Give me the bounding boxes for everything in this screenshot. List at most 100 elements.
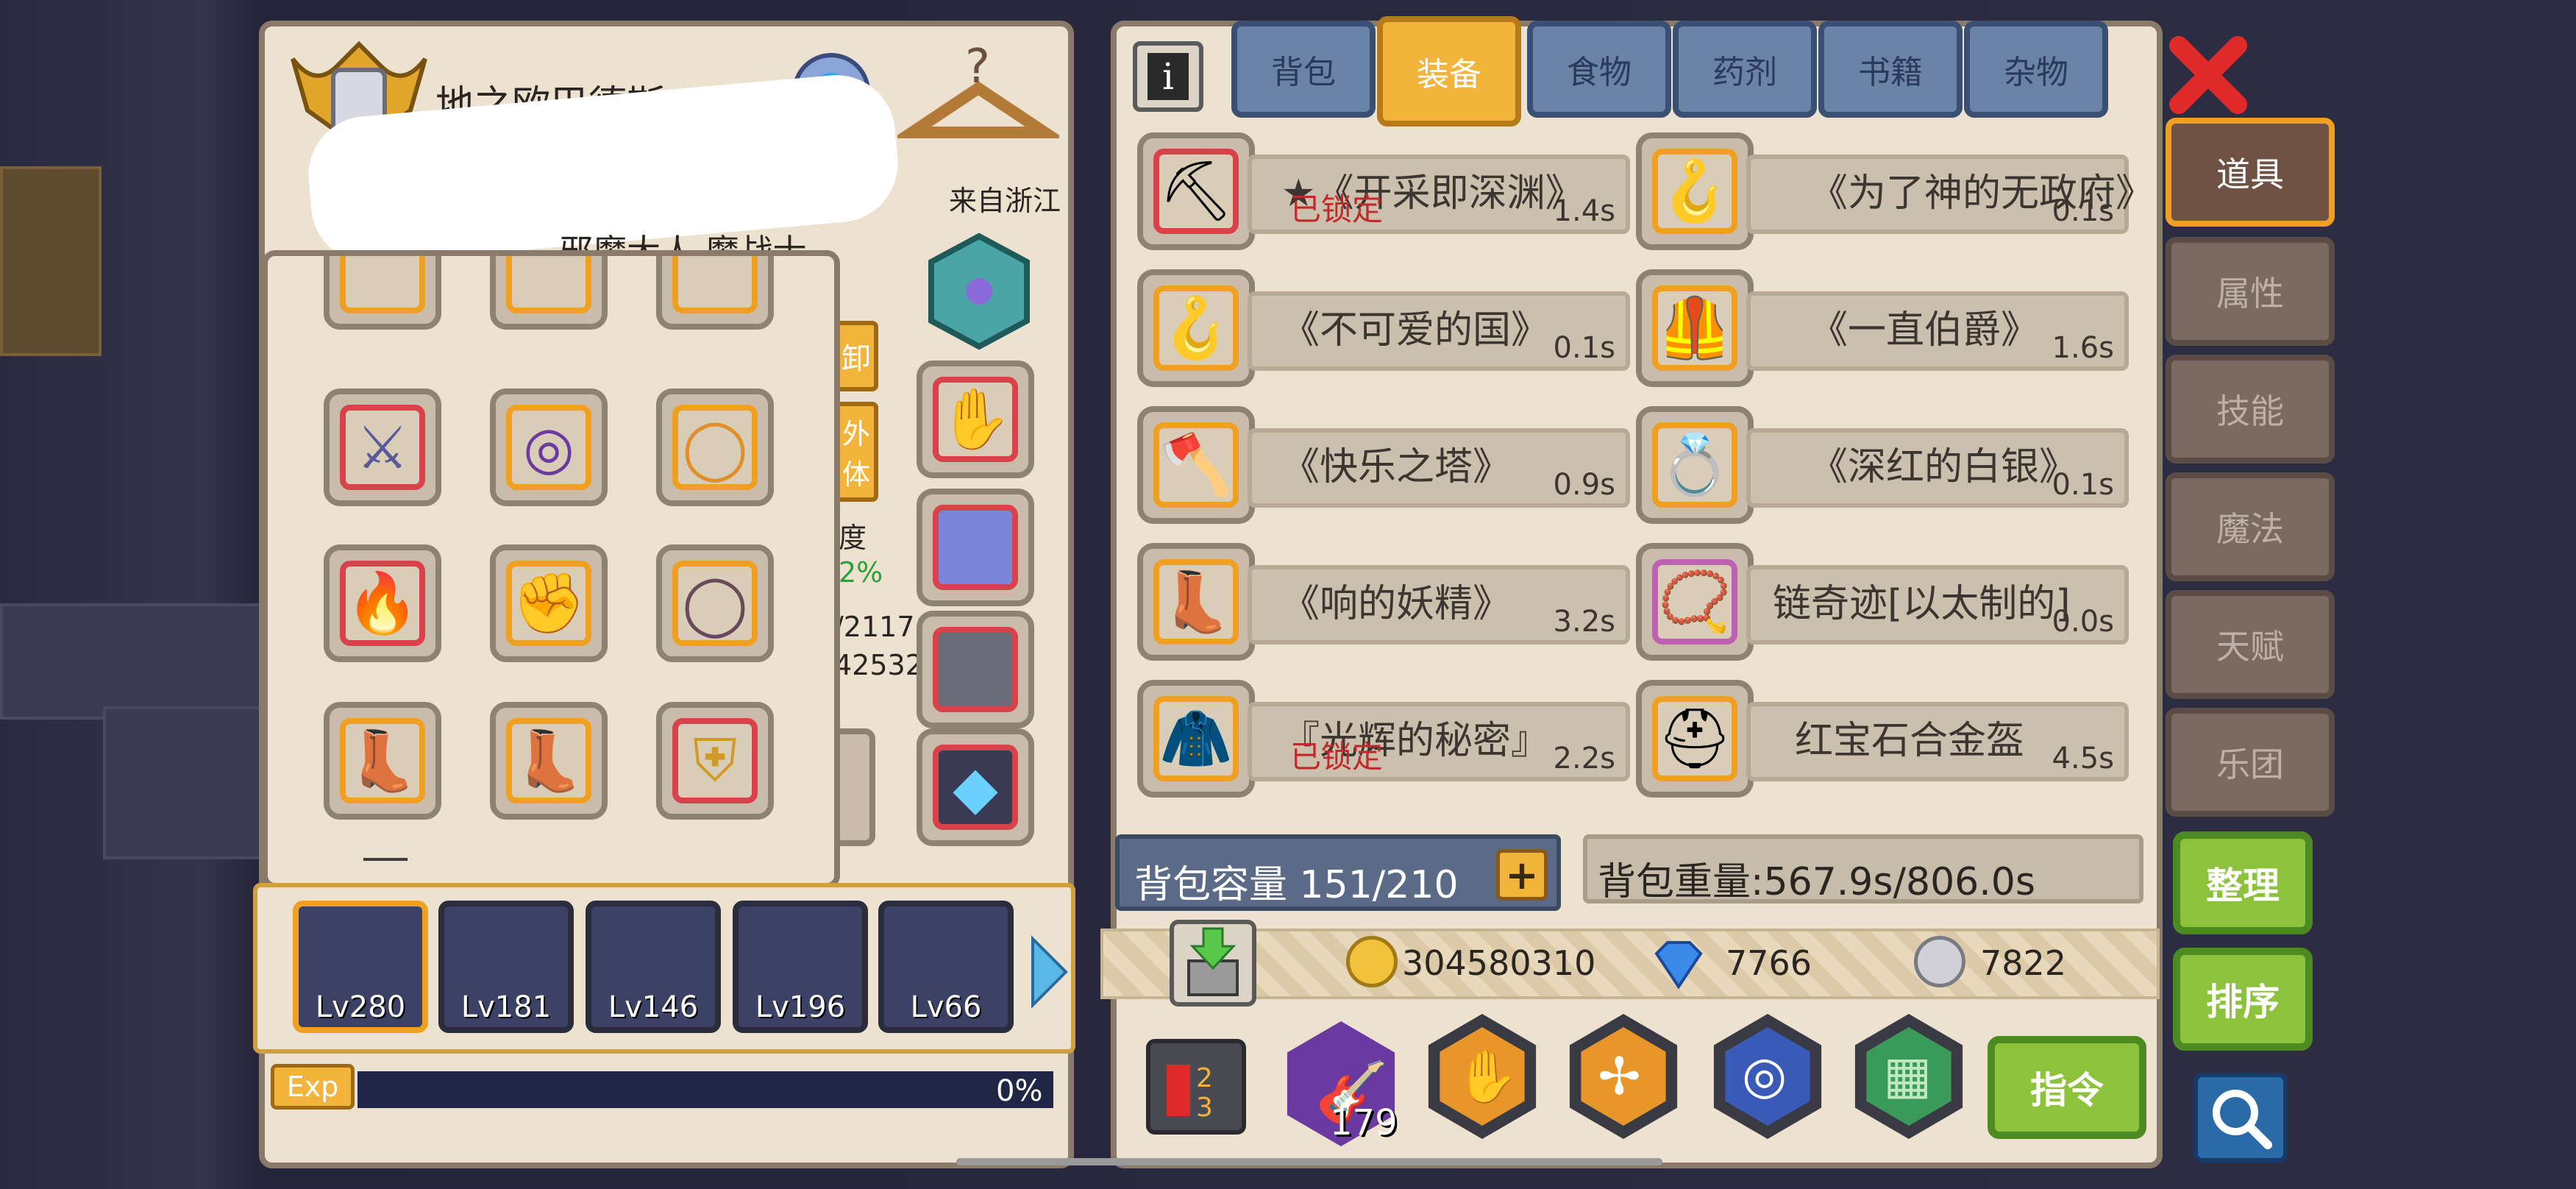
skill-slot-2[interactable]: ✋ xyxy=(1420,1014,1545,1139)
item-slot: 🪓 xyxy=(1137,406,1255,524)
item-time: 2.2s xyxy=(1553,742,1615,775)
sort-button[interactable]: 排序 xyxy=(2173,948,2313,1051)
item-row[interactable]: 👢 《响的妖精》 3.2s xyxy=(1137,543,1630,661)
skill-slot-4[interactable]: ◎ xyxy=(1705,1014,1830,1139)
lock-status: 已锁定 xyxy=(1290,191,1384,227)
party-member-4[interactable]: Lv196 xyxy=(733,901,868,1033)
item-bar: 《不可爱的国》 0.1s xyxy=(1248,291,1630,371)
command-button[interactable]: 指令 xyxy=(1988,1036,2146,1139)
item-row[interactable]: ⛑ 红宝石合金盔 4.5s xyxy=(1636,680,2129,798)
necklace-icon: 📿 xyxy=(1658,567,1732,636)
equip-slot-gauntlet[interactable]: ✋ xyxy=(917,361,1034,478)
party-next-arrow-icon[interactable] xyxy=(1025,931,1070,1012)
armor-icon: ⛨ xyxy=(693,726,737,795)
ring-icon: ◯ xyxy=(682,413,748,482)
item-time: 0.1s xyxy=(1553,331,1615,365)
skill-slot-5[interactable]: ▦ xyxy=(1846,1014,1971,1139)
item-name: 《深红的白银》 xyxy=(1810,445,2078,489)
search-icon xyxy=(2213,1090,2272,1149)
tidy-button[interactable]: 整理 xyxy=(2173,831,2313,934)
silver-coin-icon xyxy=(1914,936,1965,987)
item-row[interactable]: 💍 《深红的白银》 0.1s xyxy=(1636,406,2129,524)
close-button[interactable] xyxy=(2164,31,2252,119)
grid-slot-armor-gold[interactable]: ⛨ xyxy=(656,702,774,820)
tab-bag[interactable]: 背包 xyxy=(1231,21,1376,118)
axe-icon: 🪓 xyxy=(1159,430,1233,499)
grid-slot-boots-white[interactable]: 👢 xyxy=(490,702,608,820)
grid-slot-boots-brown[interactable]: 👢 xyxy=(324,702,441,820)
party-member-level: Lv66 xyxy=(910,990,982,1024)
party-member-5[interactable]: Lv66 xyxy=(878,901,1014,1033)
grid-slot-3[interactable] xyxy=(656,256,774,330)
collar-icon: ◯ xyxy=(682,569,748,638)
grid-slot-halberd[interactable]: ⚔ xyxy=(324,388,441,506)
party-member-3[interactable]: Lv146 xyxy=(586,901,721,1033)
party-member-2[interactable]: Lv181 xyxy=(438,901,574,1033)
item-name: 《快乐之塔》 xyxy=(1281,445,1512,489)
item-row[interactable]: 🪝 《为了神的无政府》 0.1s xyxy=(1636,132,2142,250)
skill-slot-3[interactable]: ✢ xyxy=(1561,1014,1686,1139)
item-slot: 📿 xyxy=(1636,543,1754,661)
item-row[interactable]: 🪓 《快乐之塔》 0.9s xyxy=(1137,406,1630,524)
crest-icon xyxy=(924,233,1034,350)
side-tab-talent[interactable]: 天赋 xyxy=(2166,590,2335,699)
deposit-button[interactable] xyxy=(1170,920,1256,1007)
item-row[interactable]: 🪝 《不可爱的国》 0.1s xyxy=(1137,269,1630,387)
side-tab-items[interactable]: 道具 xyxy=(2166,118,2335,227)
item-row[interactable]: ⛏ ★《开采即深渊》 已锁定 1.4s xyxy=(1137,132,1630,250)
party-member-1[interactable]: Lv280 xyxy=(293,901,428,1033)
info-icon: i xyxy=(1148,53,1189,100)
grid-slot-1[interactable] xyxy=(324,256,441,330)
expand-bag-button[interactable]: + xyxy=(1496,849,1548,901)
halberd-icon: ⚔ xyxy=(356,413,409,482)
tab-food[interactable]: 食物 xyxy=(1527,21,1671,118)
background-wall-2 xyxy=(103,706,263,859)
search-button[interactable] xyxy=(2193,1073,2288,1163)
item-bar: 红宝石合金盔 4.5s xyxy=(1746,702,2129,781)
party-member-level: Lv146 xyxy=(608,990,699,1024)
item-row[interactable]: 🦺 《一直伯爵》 1.6s xyxy=(1636,269,2129,387)
side-tab-magic[interactable]: 魔法 xyxy=(2166,472,2335,581)
outfit-button[interactable]: 外 体 xyxy=(834,402,878,502)
grid-slot-2[interactable] xyxy=(490,256,608,330)
party-member-level: Lv280 xyxy=(315,990,406,1024)
stat-label: 度 xyxy=(839,522,867,554)
item-list: ⛏ ★《开采即深渊》 已锁定 1.4s 🪝 《为了神的无政府》 0.1s 🪝 《不可爱… xyxy=(1137,132,2142,802)
equip-slot-belt[interactable] xyxy=(917,489,1034,606)
svg-text:2: 2 xyxy=(1196,1063,1213,1093)
unequip-button[interactable]: 卸 xyxy=(834,321,878,391)
side-tab-band[interactable]: 乐团 xyxy=(2166,708,2335,817)
side-tab-skills[interactable]: 技能 xyxy=(2166,355,2335,464)
side-tab-attributes[interactable]: 属性 xyxy=(2166,237,2335,346)
tab-equipment[interactable]: 装备 xyxy=(1377,16,1521,127)
plus-icon: + xyxy=(1505,851,1539,898)
hanger-help-icon[interactable]: ? xyxy=(892,37,1064,147)
skill-slot-1[interactable]: 🎸 179 xyxy=(1271,1007,1411,1161)
tab-potion[interactable]: 药剂 xyxy=(1673,21,1817,118)
grid-slot-ring-purple[interactable]: ◎ xyxy=(490,388,608,506)
grid-slot-ring-gold[interactable]: ◯ xyxy=(656,388,774,506)
item-name: 《一直伯爵》 xyxy=(1810,308,2040,352)
item-slot: 🪝 xyxy=(1137,269,1255,387)
grid-slot-flame-claw[interactable]: 🔥 xyxy=(324,544,441,662)
tab-misc[interactable]: 杂物 xyxy=(1964,21,2108,118)
item-bar: ★《开采即深渊》 已锁定 1.4s xyxy=(1248,155,1630,234)
equip-slot-spike[interactable] xyxy=(917,611,1034,728)
item-time: 0.1s xyxy=(2052,194,2114,228)
background-chest xyxy=(0,166,102,356)
quick-slot-toggle[interactable]: 23 xyxy=(1146,1039,1246,1135)
item-bar: 《响的妖精》 3.2s xyxy=(1248,565,1630,645)
item-slot: 💍 xyxy=(1636,406,1754,524)
item-bar: 『光辉的秘密』 已锁定 2.2s xyxy=(1248,702,1630,781)
item-name: 《响的妖精》 xyxy=(1281,582,1512,626)
grid-slot-gauntlet[interactable]: ✊ xyxy=(490,544,608,662)
grid-slot-collar[interactable]: ◯ xyxy=(656,544,774,662)
exp-percent: 0% xyxy=(996,1074,1043,1108)
item-row[interactable]: 🧥 『光辉的秘密』 已锁定 2.2s xyxy=(1137,680,1630,798)
info-button[interactable]: i xyxy=(1133,41,1203,112)
item-bar: 《快乐之塔》 0.9s xyxy=(1248,428,1630,508)
equip-slot-lantern[interactable]: ◆ xyxy=(917,728,1034,846)
item-row[interactable]: 📿 链奇迹[以太制的] 0.0s xyxy=(1636,543,2129,661)
item-slot: ⛏ xyxy=(1137,132,1255,250)
tab-book[interactable]: 书籍 xyxy=(1818,21,1963,118)
